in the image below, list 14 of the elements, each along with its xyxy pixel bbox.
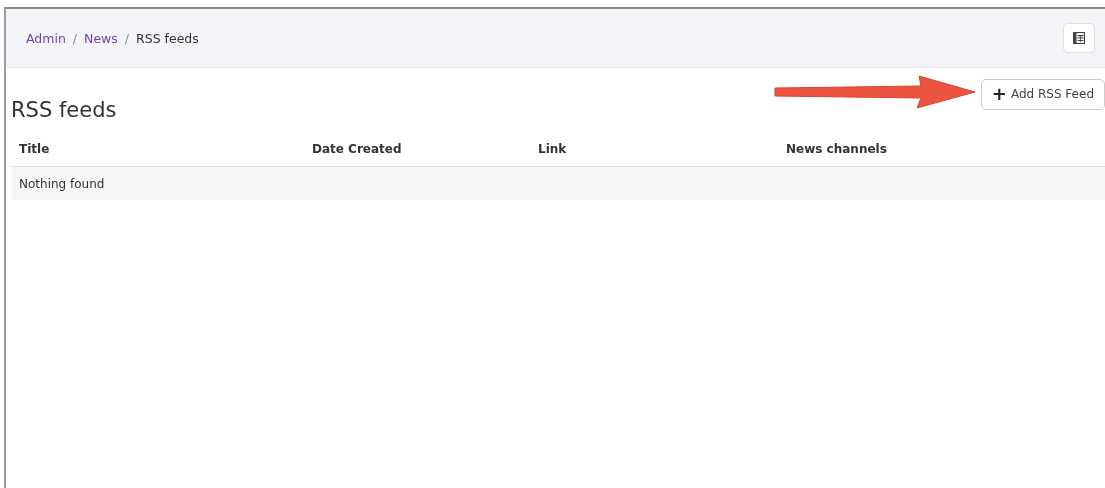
- page-title: RSS feeds: [11, 98, 117, 122]
- column-header: News channels: [785, 142, 887, 156]
- breadcrumb-separator: /: [124, 30, 130, 46]
- table-icon: [1073, 32, 1085, 44]
- breadcrumb-link[interactable]: Admin: [26, 30, 66, 46]
- column-header: Link: [537, 142, 568, 156]
- breadcrumb-separator: /: [72, 30, 78, 46]
- breadcrumb-current: RSS feeds: [136, 30, 199, 46]
- column-header: Title: [18, 142, 51, 156]
- breadcrumb-link[interactable]: News: [84, 30, 118, 46]
- empty-message: Nothing found: [19, 176, 105, 191]
- add-feed-button[interactable]: + Add RSS Feed: [980, 78, 1105, 110]
- layout-toggle-button[interactable]: [1063, 23, 1095, 53]
- column-header: Date Created: [311, 142, 403, 156]
